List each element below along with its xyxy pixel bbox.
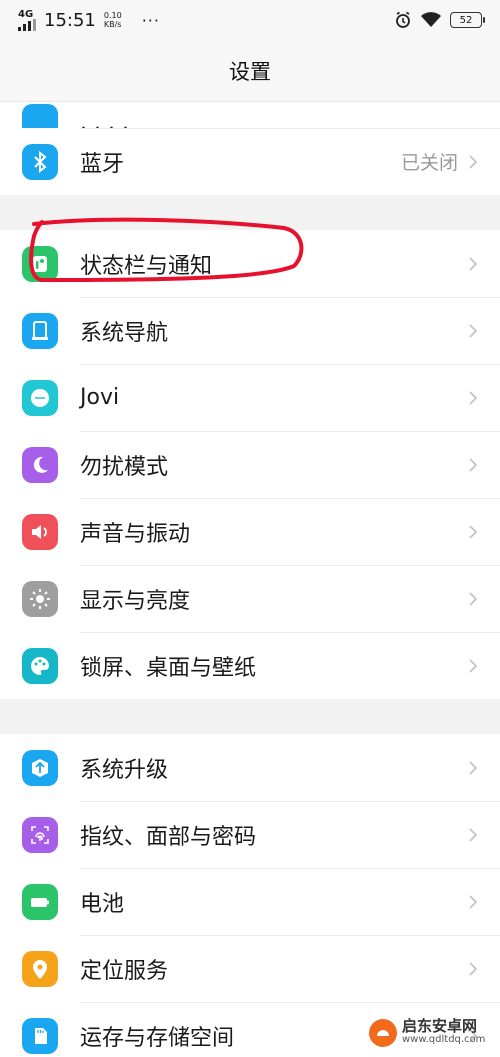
moon-icon xyxy=(22,446,58,483)
settings-item-status-bar-notifications[interactable]: 状态栏与通知 xyxy=(0,230,500,297)
chevron-right-icon xyxy=(469,154,478,169)
battery-icon xyxy=(22,883,58,920)
chevron-right-icon xyxy=(469,658,478,673)
chevron-right-icon xyxy=(469,256,478,271)
chevron-right-icon xyxy=(469,760,478,775)
bluetooth-status: 已关闭 xyxy=(400,152,458,174)
settings-item-battery[interactable]: 电池 xyxy=(0,868,500,935)
settings-item-label: 系统升级 xyxy=(80,757,169,783)
chevron-right-icon xyxy=(469,457,478,472)
navigation-icon xyxy=(22,312,58,349)
chevron-right-icon xyxy=(469,323,478,338)
status-bar-icon xyxy=(22,245,58,282)
settings-item-do-not-disturb[interactable]: 勿扰模式 xyxy=(0,431,500,498)
settings-item-system-upgrade[interactable]: 系统升级 xyxy=(0,734,500,801)
bluetooth-icon xyxy=(22,143,58,180)
more-notifications-icon: ··· xyxy=(141,10,160,30)
settings-item-label: 电池 xyxy=(80,891,125,917)
palette-icon xyxy=(22,647,58,684)
storage-icon xyxy=(22,1017,58,1054)
hotspot-icon xyxy=(22,104,58,128)
speed-unit: KB/s xyxy=(103,20,122,29)
settings-item-label: 定位服务 xyxy=(80,958,169,984)
brightness-icon xyxy=(22,580,58,617)
settings-item-label: 蓝牙 xyxy=(80,151,125,177)
settings-item-lockscreen-wallpaper[interactable]: 锁屏、桌面与壁纸 xyxy=(0,632,500,699)
signal-icon xyxy=(18,18,36,31)
watermark-title: 启东安卓网 xyxy=(402,1017,478,1035)
settings-item-display-brightness[interactable]: 显示与亮度 xyxy=(0,565,500,632)
speed-value: 0.10 xyxy=(103,11,122,20)
chevron-right-icon xyxy=(469,961,478,976)
network-type: 4G xyxy=(18,8,34,20)
settings-item-label: 状态栏与通知 xyxy=(80,253,213,279)
battery-indicator: 52 xyxy=(450,12,485,28)
page-title: 设置 xyxy=(229,59,271,84)
settings-item-sound-vibration[interactable]: 声音与振动 xyxy=(0,498,500,565)
settings-item-hotspot[interactable]: · · · · xyxy=(0,102,500,128)
section-divider xyxy=(0,699,500,734)
alarm-icon xyxy=(396,11,410,28)
network-speed: 0.10 KB/s xyxy=(104,11,122,29)
title-bar: 设置 xyxy=(0,40,500,102)
settings-item-fingerprint-face-password[interactable]: 指纹、面部与密码 xyxy=(0,801,500,868)
settings-item-system-navigation[interactable]: 系统导航 xyxy=(0,297,500,364)
section-divider xyxy=(0,195,500,230)
settings-item-label: 显示与亮度 xyxy=(80,588,191,614)
settings-list: · · · · 蓝牙 已关闭 状态栏与通知 系统导航 xyxy=(0,102,500,1057)
settings-item-location-services[interactable]: 定位服务 xyxy=(0,935,500,1002)
watermark-url: www.qdltdq.com xyxy=(402,1034,486,1045)
settings-item-jovi[interactable]: Jovi xyxy=(0,364,500,431)
settings-item-label: 声音与振动 xyxy=(80,521,191,547)
chevron-right-icon xyxy=(469,827,478,842)
settings-item-label: 锁屏、桌面与壁纸 xyxy=(80,655,257,681)
chevron-right-icon xyxy=(469,524,478,539)
chevron-right-icon xyxy=(469,894,478,909)
settings-item-bluetooth[interactable]: 蓝牙 已关闭 xyxy=(0,128,500,195)
settings-item-label: Jovi xyxy=(80,385,120,410)
clock: 15:51 xyxy=(44,9,96,31)
wifi-icon xyxy=(421,12,441,27)
settings-item-label: 勿扰模式 xyxy=(80,454,169,480)
jovi-icon xyxy=(22,379,58,416)
location-icon xyxy=(22,950,58,987)
speaker-icon xyxy=(22,513,58,550)
network-indicator: 4G xyxy=(18,8,36,31)
status-bar: 4G 15:51 0.10 KB/s ··· 52 xyxy=(0,0,500,40)
watermark-logo-icon xyxy=(369,1019,397,1047)
settings-item-label: 指纹、面部与密码 xyxy=(80,824,257,850)
watermark: 启东安卓网 www.qdltdq.com xyxy=(368,1012,496,1054)
settings-item-label: 系统导航 xyxy=(80,320,169,346)
chevron-right-icon xyxy=(469,390,478,405)
fingerprint-icon xyxy=(22,816,58,853)
upgrade-icon xyxy=(22,749,58,786)
settings-item-label: 运存与存储空间 xyxy=(80,1025,235,1051)
chevron-right-icon xyxy=(469,591,478,606)
